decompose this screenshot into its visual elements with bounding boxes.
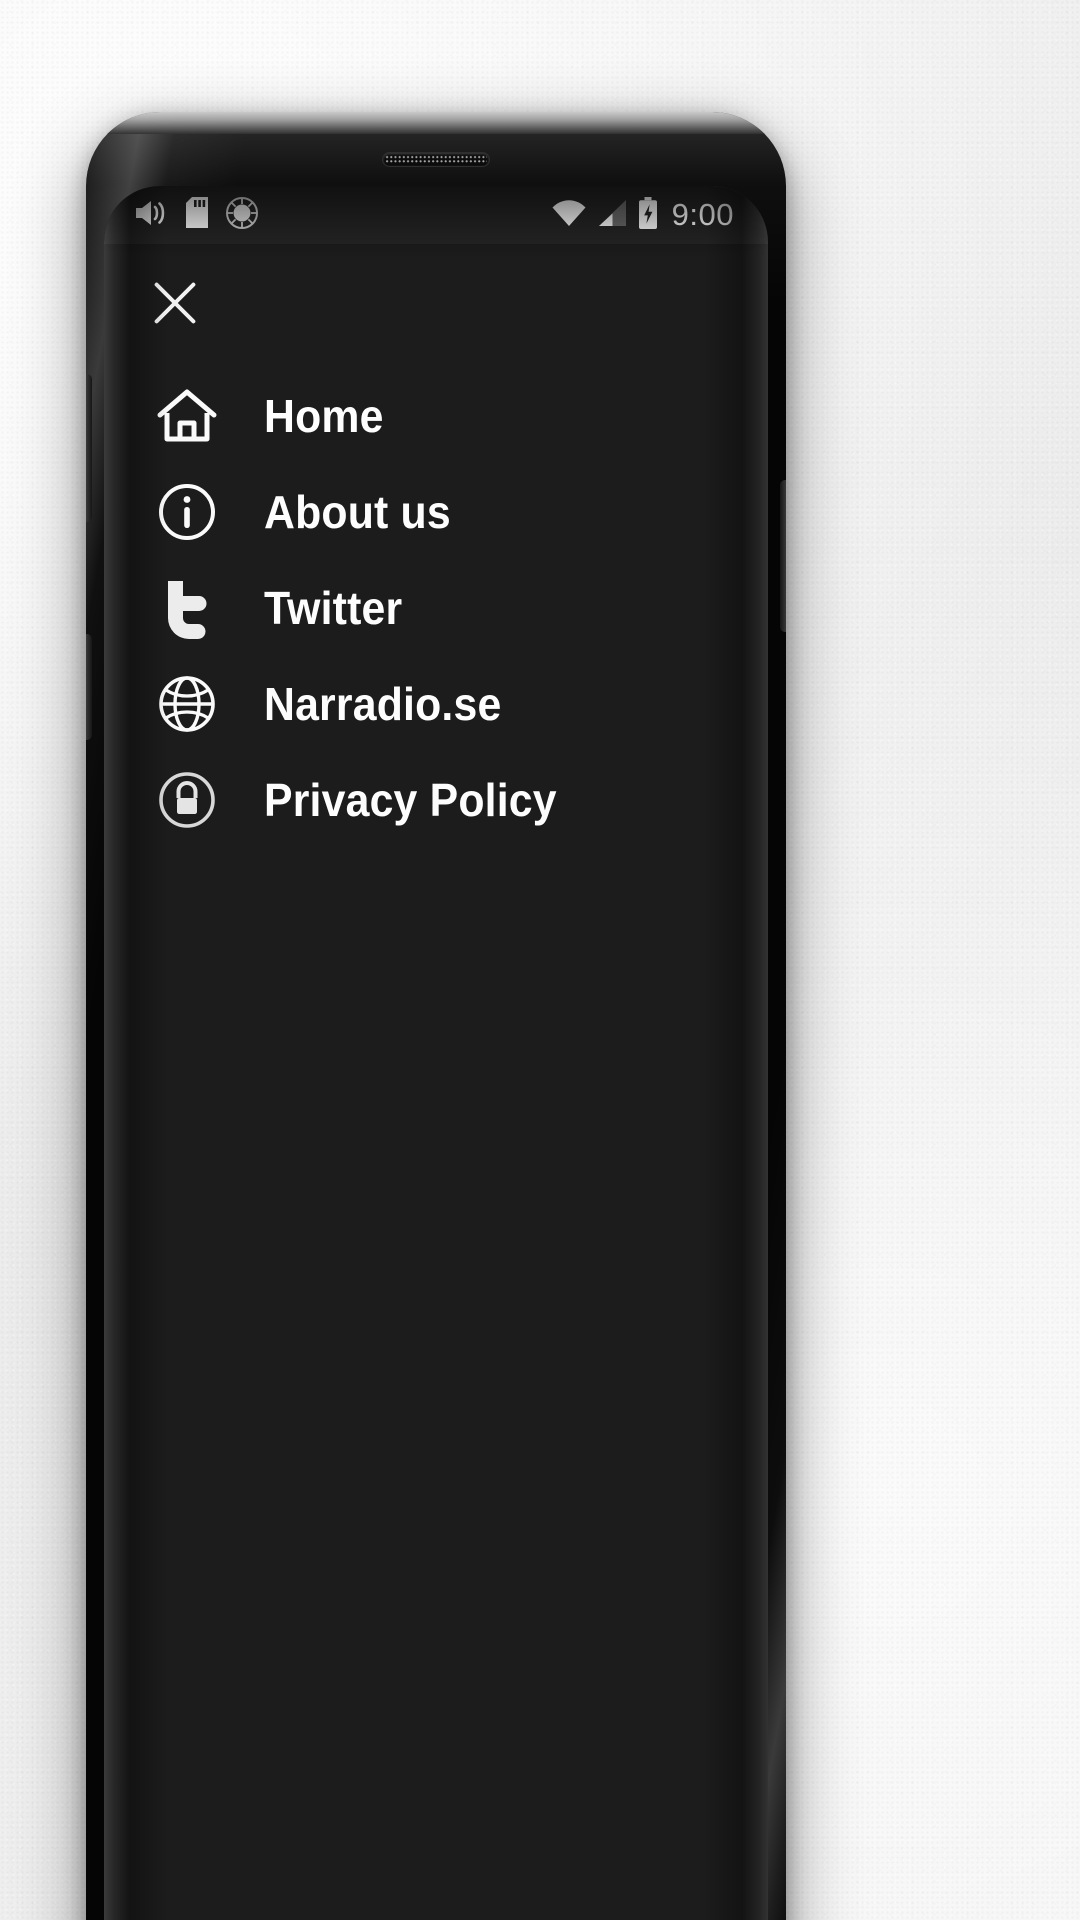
status-bar-right-icons: 9:00	[551, 196, 734, 234]
sd-card-icon	[186, 197, 208, 233]
menu-item-twitter[interactable]: Twitter	[104, 560, 768, 656]
earpiece-speaker	[382, 152, 490, 167]
status-bar: 9:00	[104, 186, 768, 244]
close-icon[interactable]	[146, 274, 204, 332]
menu-item-privacy-policy[interactable]: Privacy Policy	[104, 752, 768, 848]
phone-device: 9:00 Home About us Twitter Narradio.se P…	[86, 112, 786, 1920]
power-hardware-button[interactable]	[780, 480, 786, 632]
wifi-icon	[551, 199, 587, 232]
lock-icon	[150, 763, 224, 837]
cellular-signal-icon	[597, 199, 628, 232]
bixby-hardware-button[interactable]	[86, 634, 92, 740]
volume-up-hardware-button[interactable]	[86, 374, 92, 522]
phone-top-chamfer	[86, 112, 786, 134]
home-icon	[150, 379, 224, 453]
menu-item-label: About us	[264, 486, 451, 538]
status-bar-clock: 9:00	[671, 197, 734, 232]
info-icon	[150, 475, 224, 549]
brightness-icon	[226, 196, 258, 234]
navigation-drawer-menu: Home About us Twitter Narradio.se Privac…	[104, 368, 768, 848]
menu-item-label: Narradio.se	[264, 678, 502, 730]
globe-icon	[150, 667, 224, 741]
menu-item-label: Privacy Policy	[264, 774, 557, 826]
volume-icon	[134, 198, 168, 233]
phone-screen: 9:00 Home About us Twitter Narradio.se P…	[104, 186, 768, 1920]
menu-item-about-us[interactable]: About us	[104, 464, 768, 560]
drawer-header	[104, 244, 768, 332]
menu-item-label: Home	[264, 390, 384, 442]
status-bar-left-icons	[134, 196, 258, 234]
battery-charging-icon	[638, 196, 658, 234]
menu-item-narradio-se[interactable]: Narradio.se	[104, 656, 768, 752]
twitter-icon	[150, 571, 224, 645]
menu-item-label: Twitter	[264, 582, 403, 634]
menu-item-home[interactable]: Home	[104, 368, 768, 464]
